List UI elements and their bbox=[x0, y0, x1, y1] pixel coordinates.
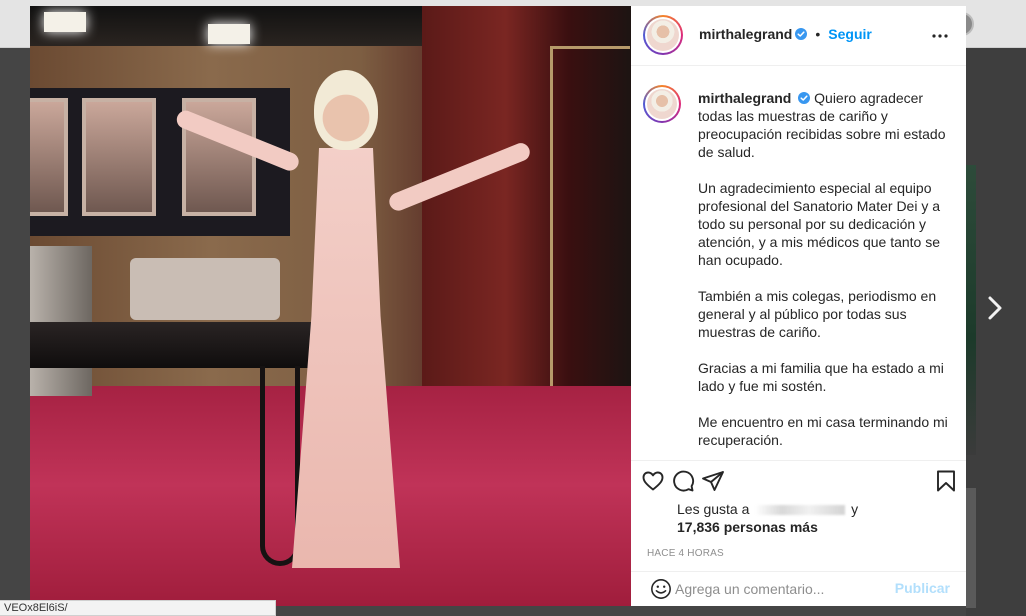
likes-summary: Les gusta a y bbox=[677, 501, 858, 517]
caption-paragraph: También a mis colegas, periodismo en gen… bbox=[698, 288, 937, 340]
emoji-smile-icon[interactable] bbox=[650, 578, 672, 600]
post-header: mirthalegrand • Seguir bbox=[631, 6, 966, 66]
comment-bar: Publicar bbox=[631, 571, 966, 606]
post-actions: Les gusta a y 17,836 personas más Hace 4… bbox=[631, 460, 966, 571]
author-avatar[interactable] bbox=[643, 15, 683, 55]
photo-person bbox=[286, 70, 406, 570]
chevron-right-icon bbox=[988, 296, 1002, 320]
blurred-username bbox=[755, 505, 846, 516]
background-thumbnail bbox=[966, 488, 976, 608]
caption-paragraph: Gracias a mi familia que ha estado a mi … bbox=[698, 360, 944, 394]
photo-ceiling-light bbox=[208, 24, 250, 44]
verified-badge-icon bbox=[795, 28, 808, 40]
caption-username-link[interactable]: mirthalegrand bbox=[698, 90, 791, 106]
caption-paragraph: Un agradecimiento especial al equipo pro… bbox=[698, 180, 941, 268]
action-icons-row bbox=[641, 469, 727, 493]
comment-bubble-icon[interactable] bbox=[671, 469, 695, 493]
follow-button[interactable]: Seguir bbox=[828, 26, 872, 42]
photo-person-dress bbox=[292, 148, 400, 568]
likes-count-link[interactable]: 17,836 personas más bbox=[677, 519, 818, 535]
post-timestamp[interactable]: Hace 4 horas bbox=[647, 548, 724, 559]
background-thumbnail bbox=[966, 165, 976, 455]
photo-person-head bbox=[314, 70, 378, 150]
post-side-panel: mirthalegrand • Seguir mirthalegrand Qui… bbox=[631, 6, 966, 606]
publish-button[interactable]: Publicar bbox=[895, 580, 950, 596]
caption-text: mirthalegrand Quiero agradecer todas las… bbox=[698, 89, 953, 460]
next-post-arrow[interactable] bbox=[984, 293, 1006, 323]
heart-icon[interactable] bbox=[641, 469, 665, 493]
caption-area: mirthalegrand Quiero agradecer todas las… bbox=[631, 67, 966, 460]
photo-portrait-frame bbox=[82, 98, 156, 216]
bookmark-icon[interactable] bbox=[934, 469, 958, 493]
author-name-row: mirthalegrand • Seguir bbox=[699, 26, 872, 42]
separator-dot: • bbox=[815, 26, 821, 42]
paper-plane-icon[interactable] bbox=[701, 469, 725, 493]
photo-chair bbox=[30, 246, 92, 396]
photo-gold-deco bbox=[550, 46, 630, 386]
likes-prefix: Les gusta a bbox=[677, 501, 750, 517]
status-bar-url: VEOx8El6iS/ bbox=[0, 600, 276, 616]
more-options-icon[interactable] bbox=[928, 24, 952, 48]
photo-ceiling-light bbox=[44, 12, 86, 32]
author-username-link[interactable]: mirthalegrand bbox=[699, 26, 792, 42]
verified-badge-icon bbox=[798, 92, 811, 104]
likes-avatar bbox=[645, 501, 671, 527]
photo-portrait-frame bbox=[30, 98, 68, 216]
comment-input[interactable] bbox=[675, 578, 885, 600]
post-photo[interactable] bbox=[30, 6, 631, 606]
likes-suffix: y bbox=[851, 501, 859, 517]
caption-paragraph: Me encuentro en mi casa terminando mi re… bbox=[698, 414, 948, 448]
caption-author-avatar[interactable] bbox=[643, 85, 681, 123]
photo-table bbox=[30, 322, 312, 368]
caption-paragraph: mirthalegrand Quiero agradecer todas las… bbox=[698, 89, 953, 161]
photo-sofa bbox=[130, 258, 280, 320]
